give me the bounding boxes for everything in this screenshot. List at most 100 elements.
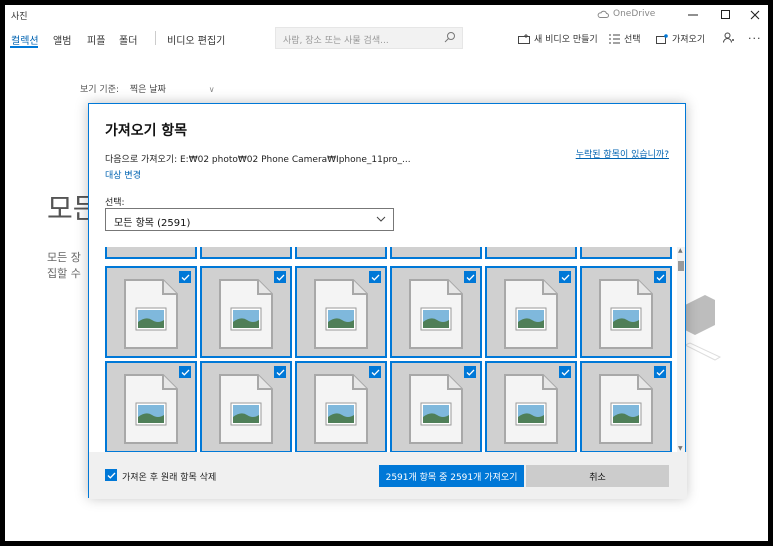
- photo-thumbnail[interactable]: [105, 247, 197, 259]
- photo-thumbnail[interactable]: [580, 361, 672, 452]
- photo-thumbnail[interactable]: [485, 361, 577, 452]
- image-file-icon: [503, 278, 559, 354]
- thumbnail-checkbox[interactable]: [559, 366, 571, 378]
- tab-collection[interactable]: 컬렉션: [11, 32, 39, 47]
- select-value: 모든 항목 (2591): [114, 218, 191, 229]
- tab-albums[interactable]: 앨범: [53, 32, 71, 47]
- photo-thumbnail[interactable]: [390, 266, 482, 358]
- photo-thumbnail[interactable]: [580, 266, 672, 358]
- view-by-label: 보기 기준:: [80, 85, 120, 95]
- image-file-icon: [408, 373, 464, 449]
- tab-folders[interactable]: 폴더: [119, 32, 137, 47]
- photo-thumbnail[interactable]: [200, 247, 292, 259]
- import-dialog: 가져오기 항목 다음으로 가져오기: E:₩02 photo₩02 Phone …: [88, 103, 687, 499]
- photo-thumbnail[interactable]: [200, 266, 292, 358]
- photo-thumbnail[interactable]: [485, 247, 577, 259]
- select-label: 선택: [624, 35, 641, 45]
- search-icon[interactable]: [444, 31, 456, 43]
- app-title: 사진: [11, 12, 28, 22]
- image-file-icon: [313, 278, 369, 354]
- thumbnail-checkbox[interactable]: [654, 271, 666, 283]
- missing-items-link[interactable]: 누락된 항목이 있습니까?: [576, 147, 669, 160]
- close-window-button[interactable]: [740, 5, 768, 25]
- import-button[interactable]: 가져오기: [656, 32, 705, 45]
- nav-separator: [155, 31, 156, 45]
- photo-thumbnail[interactable]: [390, 247, 482, 259]
- thumbnail-checkbox[interactable]: [369, 366, 381, 378]
- more-icon: ···: [748, 32, 762, 45]
- select-label: 선택:: [105, 198, 125, 208]
- import-icon: [656, 33, 668, 44]
- photo-thumbnail[interactable]: [390, 361, 482, 452]
- search-box[interactable]: 사람, 장소 또는 사물 검색...: [275, 27, 463, 49]
- photo-thumbnail[interactable]: [105, 361, 197, 452]
- thumbnail-checkbox[interactable]: [464, 271, 476, 283]
- dialog-footer: 가져온 후 원래 항목 삭제 2591개 항목 중 2591개 가져오기 취소: [89, 452, 687, 499]
- checkmark-icon: [107, 472, 115, 479]
- title-bar: 사진 OneDrive: [5, 5, 768, 25]
- scrollbar-thumb[interactable]: [678, 261, 684, 271]
- background-desc-line: 모든 장: [47, 251, 81, 264]
- image-file-icon: [598, 278, 654, 354]
- chevron-down-icon: ∨: [208, 85, 215, 94]
- image-file-icon: [218, 373, 274, 449]
- thumbnail-checkbox[interactable]: [654, 366, 666, 378]
- select-button[interactable]: 선택: [609, 32, 641, 45]
- tab-video-editor[interactable]: 비디오 편집기: [167, 32, 225, 47]
- person-icon: [723, 32, 734, 43]
- minimize-icon: [688, 14, 698, 16]
- scroll-up-icon[interactable]: ▲: [678, 247, 683, 254]
- delete-after-import-label[interactable]: 가져온 후 원래 항목 삭제: [122, 470, 216, 483]
- thumbnail-checkbox[interactable]: [179, 271, 191, 283]
- import-confirm-button[interactable]: 2591개 항목 중 2591개 가져오기: [379, 465, 524, 487]
- dialog-title: 가져오기 항목: [105, 123, 188, 139]
- new-video-button[interactable]: 새 비디오 만들기: [518, 32, 598, 45]
- onedrive-label: OneDrive: [613, 9, 656, 19]
- import-label: 가져오기: [672, 35, 706, 45]
- new-video-label: 새 비디오 만들기: [534, 35, 598, 45]
- maximize-button[interactable]: [711, 5, 741, 25]
- photo-thumbnail[interactable]: [295, 266, 387, 358]
- select-list-icon: [609, 34, 620, 43]
- photo-thumbnail[interactable]: [200, 361, 292, 452]
- photo-thumbnail[interactable]: [295, 247, 387, 259]
- account-button[interactable]: [723, 32, 734, 43]
- photo-thumbnail[interactable]: [485, 266, 577, 358]
- view-by-value: 찍은 날짜: [129, 85, 166, 95]
- delete-after-import-checkbox[interactable]: [105, 469, 117, 481]
- image-file-icon: [313, 373, 369, 449]
- photos-app-window: 사진 OneDrive 컬렉션 앨범 피플 폴더 비디오 편집기 사람, 장소 …: [5, 5, 768, 541]
- image-file-icon: [218, 278, 274, 354]
- top-nav: 컬렉션 앨범 피플 폴더 비디오 편집기 사람, 장소 또는 사물 검색... …: [5, 27, 768, 55]
- thumbnail-grid: [105, 247, 677, 452]
- background-description: 모든 장 집할 수: [47, 250, 87, 282]
- photo-thumbnail[interactable]: [295, 361, 387, 452]
- more-options-button[interactable]: ···: [748, 32, 762, 45]
- onedrive-status[interactable]: OneDrive: [597, 9, 655, 19]
- image-file-icon: [598, 373, 654, 449]
- search-input[interactable]: 사람, 장소 또는 사물 검색...: [283, 33, 389, 46]
- photo-thumbnail[interactable]: [105, 266, 197, 358]
- photo-thumbnail[interactable]: [580, 247, 672, 259]
- background-desc-line: 집할 수: [47, 267, 81, 280]
- thumbnail-checkbox[interactable]: [274, 271, 286, 283]
- thumbnail-checkbox[interactable]: [274, 366, 286, 378]
- active-tab-indicator: [10, 46, 38, 48]
- thumbnail-checkbox[interactable]: [369, 271, 381, 283]
- thumbnail-checkbox[interactable]: [179, 366, 191, 378]
- change-destination-link[interactable]: 대상 변경: [105, 168, 141, 181]
- chevron-down-icon: [376, 216, 386, 222]
- scroll-down-icon[interactable]: ▼: [678, 445, 683, 452]
- minimize-button[interactable]: [678, 5, 708, 25]
- thumbnail-checkbox[interactable]: [559, 271, 571, 283]
- image-file-icon: [503, 373, 559, 449]
- import-destination: 다음으로 가져오기: E:₩02 photo₩02 Phone Camera₩I…: [105, 155, 411, 165]
- maximize-icon: [721, 10, 730, 19]
- select-dropdown[interactable]: 모든 항목 (2591): [105, 208, 394, 231]
- cancel-button[interactable]: 취소: [526, 465, 669, 487]
- tab-people[interactable]: 피플: [87, 32, 105, 47]
- grid-scrollbar[interactable]: ▲ ▼: [677, 247, 685, 452]
- thumbnail-checkbox[interactable]: [464, 366, 476, 378]
- view-by[interactable]: 보기 기준: 찍은 날짜 ∨: [80, 82, 215, 95]
- image-file-icon: [123, 373, 179, 449]
